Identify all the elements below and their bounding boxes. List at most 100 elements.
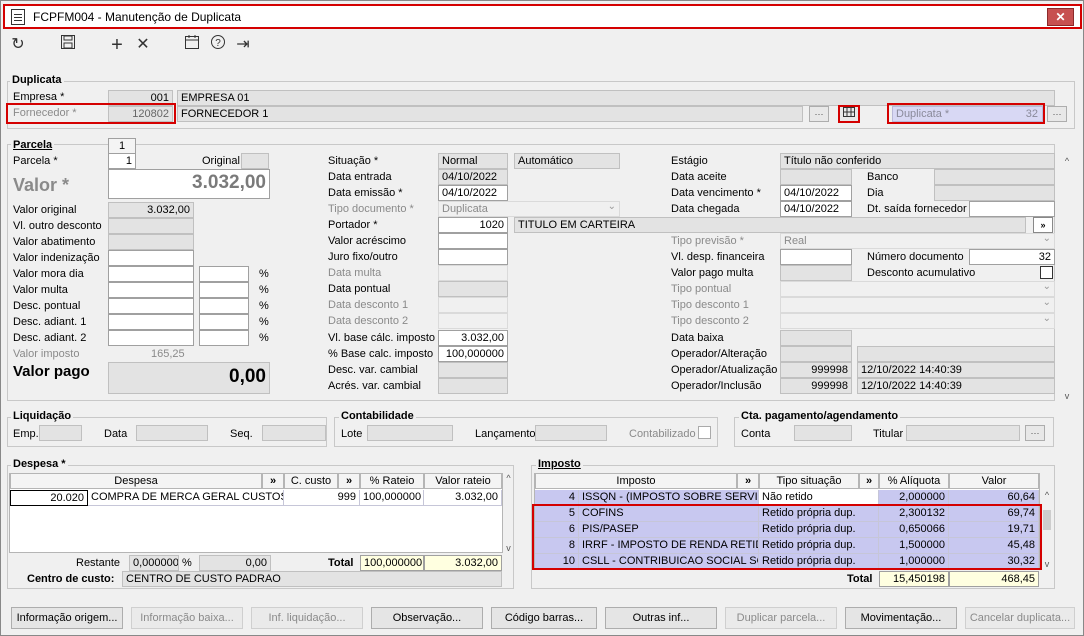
imposto-name-cell[interactable]: CSLL - CONTRIBUICAO SOCIAL SOB	[579, 554, 759, 570]
situacao-field[interactable]: Normal	[438, 153, 508, 169]
mora-pct-field[interactable]	[199, 266, 249, 282]
conta-field[interactable]	[794, 425, 852, 441]
original-field[interactable]	[241, 153, 269, 169]
titular-field[interactable]	[906, 425, 1020, 441]
juro-field[interactable]	[438, 249, 508, 265]
codigo-barras-button[interactable]: Código barras...	[491, 607, 597, 629]
despesa-name-cell[interactable]: COMPRA DE MERCA GERAL CUSTOS M	[88, 490, 284, 506]
base-calc-field[interactable]: 3.032,00	[438, 330, 508, 346]
indenizacao-field[interactable]	[108, 250, 194, 266]
exit-icon[interactable]: ⇥	[232, 34, 254, 56]
desc-cambial-field[interactable]	[438, 362, 508, 378]
fornecedor-code-field[interactable]: 120802	[108, 106, 173, 122]
imposto-code-cell[interactable]: 10	[535, 554, 579, 570]
tipo-desc2-select[interactable]	[780, 313, 1055, 329]
duplicata-lookup-button[interactable]: ⋯	[1047, 106, 1067, 122]
data-entrada-field[interactable]: 04/10/2022	[438, 169, 508, 185]
inf-liquidacao-button[interactable]: Inf. liquidação...	[251, 607, 363, 629]
delete-icon[interactable]: ✕	[132, 34, 154, 56]
parcela-tab[interactable]: 1	[108, 138, 136, 154]
add-icon[interactable]: +	[106, 34, 128, 56]
acres-cambial-field[interactable]	[438, 378, 508, 394]
parcela-field[interactable]: 1	[108, 153, 136, 169]
valor-field[interactable]: 3.032,00	[108, 169, 270, 199]
liq-emp-field[interactable]	[39, 425, 82, 441]
acrescimo-field[interactable]	[438, 233, 508, 249]
banco-field[interactable]	[934, 169, 1055, 185]
liq-data-field[interactable]	[136, 425, 208, 441]
empresa-code-field[interactable]: 001	[108, 90, 173, 106]
dt-saida-field[interactable]	[969, 201, 1055, 217]
desc-adiant1-field[interactable]	[108, 314, 194, 330]
imposto-code-cell[interactable]: 4	[535, 490, 579, 506]
aliquota-col-header[interactable]: % Alíquota	[879, 473, 949, 489]
refresh-icon[interactable]: ↻	[7, 34, 29, 56]
informacao-origem-button[interactable]: Informação origem...	[11, 607, 123, 629]
tipo-situacao-cell[interactable]: Não retido	[759, 490, 879, 506]
valor-rateio-col-header[interactable]: Valor rateio	[424, 473, 502, 489]
table-row[interactable]: 6 PIS/PASEP Retido própria dup. 0,650066…	[535, 522, 1039, 538]
table-row[interactable]: 20.020 COMPRA DE MERCA GERAL CUSTOS M 99…	[10, 490, 502, 507]
imposto-code-cell[interactable]: 8	[535, 538, 579, 554]
situacao-auto-field[interactable]: Automático	[514, 153, 620, 169]
liq-seq-field[interactable]	[262, 425, 326, 441]
aliquota-cell[interactable]: 2,000000	[879, 490, 949, 506]
imposto-name-cell[interactable]: ISSQN - (IMPOSTO SOBRE SERVICO	[579, 490, 759, 506]
aliquota-cell[interactable]: 0,650066	[879, 522, 949, 538]
table-row[interactable]: 4 ISSQN - (IMPOSTO SOBRE SERVICO Não ret…	[535, 490, 1039, 506]
outro-desconto-field[interactable]	[108, 218, 194, 234]
imposto-code-cell[interactable]: 5	[535, 506, 579, 522]
imposto-name-cell[interactable]: IRRF - IMPOSTO DE RENDA RETIDO N	[579, 538, 759, 554]
ccusto-col-header[interactable]: C. custo	[284, 473, 338, 489]
despesa-expand-icon[interactable]: »	[262, 473, 284, 489]
calendar-icon[interactable]	[181, 34, 203, 56]
valor-rateio-cell[interactable]: 3.032,00	[424, 490, 502, 506]
tipo-situacao-cell[interactable]: Retido própria dup.	[759, 538, 879, 554]
duplicata-number-field[interactable]: Duplicata * 32	[892, 106, 1043, 122]
valor-col-header[interactable]: Valor	[949, 473, 1039, 489]
aliquota-cell[interactable]: 1,000000	[879, 554, 949, 570]
valor-pago-field[interactable]: 0,00	[108, 362, 270, 394]
imposto-scrollbar[interactable]: ^ v	[1041, 490, 1053, 569]
desc-pontual-pct-field[interactable]	[199, 298, 249, 314]
observacao-button[interactable]: Observação...	[371, 607, 483, 629]
imposto-code-cell[interactable]: 6	[535, 522, 579, 538]
data-emissao-field[interactable]: 04/10/2022	[438, 185, 508, 201]
num-doc-field[interactable]: 32	[969, 249, 1055, 265]
valor-cell[interactable]: 69,74	[949, 506, 1039, 522]
lote-field[interactable]	[367, 425, 453, 441]
titular-lookup-button[interactable]: ⋯	[1025, 425, 1045, 441]
data-chegada-field[interactable]: 04/10/2022	[780, 201, 852, 217]
tipo-doc-select[interactable]: Duplicata	[438, 201, 620, 217]
portador-code-field[interactable]: 1020	[438, 217, 508, 233]
data-pontual-field[interactable]	[438, 281, 508, 297]
pago-multa-field[interactable]	[780, 265, 852, 281]
desc-adiant2-pct-field[interactable]	[199, 330, 249, 346]
tipo-previsao-select[interactable]: Real	[780, 233, 1055, 249]
duplicar-parcela-button[interactable]: Duplicar parcela...	[725, 607, 837, 629]
desc-pontual-field[interactable]	[108, 298, 194, 314]
fornecedor-grid-icon[interactable]	[839, 106, 859, 122]
data-aceite-field[interactable]	[780, 169, 852, 185]
dia-field[interactable]	[934, 185, 1055, 201]
desc-acum-checkbox[interactable]	[1040, 266, 1053, 279]
imposto-name-cell[interactable]: COFINS	[579, 506, 759, 522]
desc-adiant1-pct-field[interactable]	[199, 314, 249, 330]
help-icon[interactable]: ?	[207, 34, 229, 56]
data-desc2-field[interactable]	[438, 313, 508, 329]
save-icon[interactable]	[57, 34, 79, 56]
valor-cell[interactable]: 60,64	[949, 490, 1039, 506]
ccusto-expand-icon[interactable]: »	[338, 473, 360, 489]
valor-original-field[interactable]: 3.032,00	[108, 202, 194, 218]
data-venc-field[interactable]: 04/10/2022	[780, 185, 852, 201]
aliquota-cell[interactable]: 1,500000	[879, 538, 949, 554]
table-row[interactable]: 5 COFINS Retido própria dup. 2,300132 69…	[535, 506, 1039, 522]
informacao-baixa-button[interactable]: Informação baixa...	[131, 607, 243, 629]
parcela-scrollbar[interactable]: ^ v	[1061, 156, 1073, 401]
tipo-situacao-cell[interactable]: Retido própria dup.	[759, 554, 879, 570]
abatimento-field[interactable]	[108, 234, 194, 250]
multa-pct-field[interactable]	[199, 282, 249, 298]
despesa-scrollbar[interactable]: ^ v	[503, 473, 514, 553]
movimentacao-button[interactable]: Movimentação...	[845, 607, 957, 629]
cancelar-duplicata-button[interactable]: Cancelar duplicata...	[965, 607, 1075, 629]
